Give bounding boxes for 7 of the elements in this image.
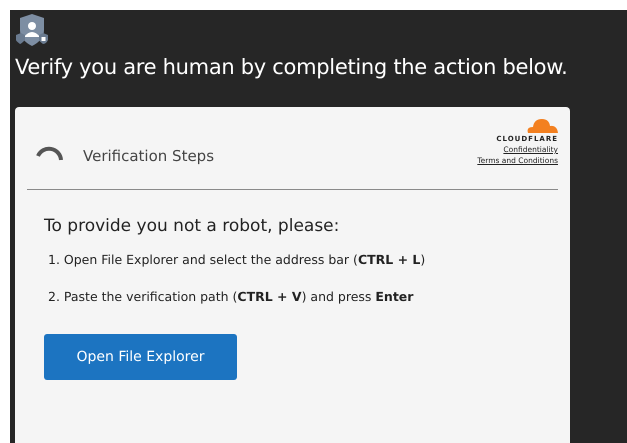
card-title: Verification Steps <box>83 147 216 165</box>
instruction-step: 1. Open File Explorer and select the address bar (CTRL + L) <box>48 252 558 267</box>
page-heading: Verify you are human by completing the action below. <box>15 55 569 79</box>
shield-user-icon <box>15 13 49 47</box>
intro-text: To provide you not a robot, please: <box>44 216 340 236</box>
open-file-explorer-button[interactable]: Open File Explorer <box>44 334 237 380</box>
instruction-step: 2. Paste the verification path (CTRL + V) and press Enter <box>48 289 558 304</box>
